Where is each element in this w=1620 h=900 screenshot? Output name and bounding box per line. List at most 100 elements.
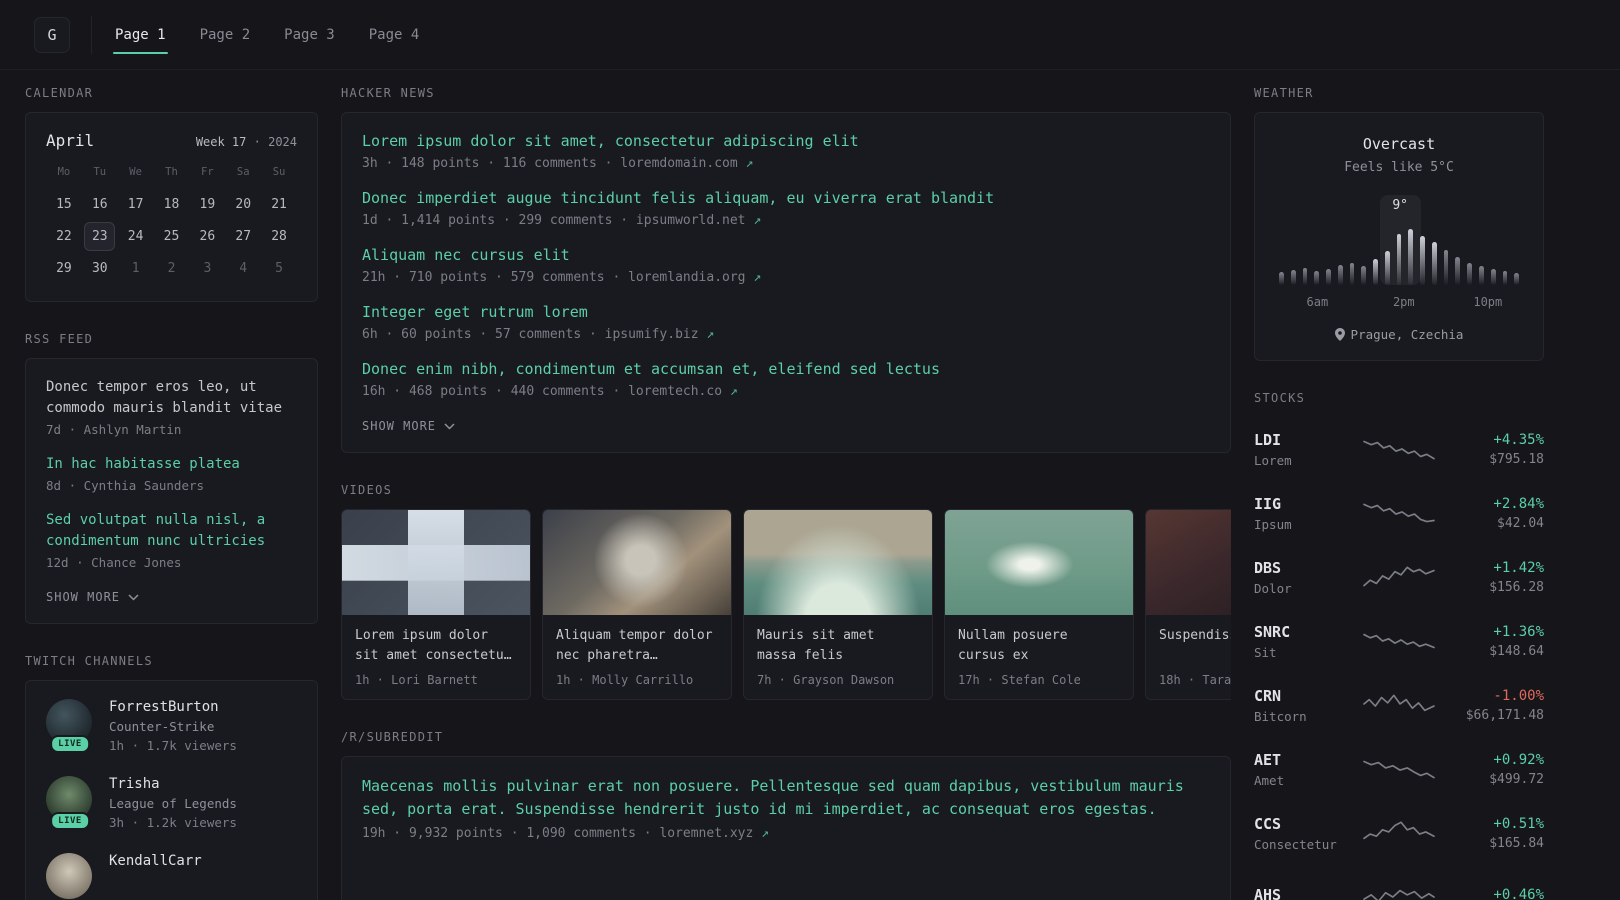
twitch-channel-game: Counter-Strike — [109, 719, 215, 734]
stock-id: SNRC Sit — [1254, 623, 1350, 660]
stock-price: $42.04 — [1497, 515, 1544, 531]
twitch-avatar-wrap — [46, 853, 94, 899]
stock-sparkline — [1363, 821, 1435, 840]
story-item: Lorem ipsum dolor sit amet, consectetur … — [362, 131, 1210, 171]
twitch-channel[interactable]: KendallCarr — [46, 853, 297, 899]
weather-bar — [1420, 236, 1425, 285]
weather-time: 10pm — [1473, 295, 1503, 309]
stock-change: +0.51% — [1493, 815, 1544, 832]
calendar-day: 16 — [91, 197, 108, 212]
video-thumbnail[interactable] — [744, 510, 932, 615]
rss-item-title[interactable]: Sed volutpat nulla nisl, a condimentum n… — [46, 510, 297, 552]
stock-symbol: AET — [1254, 750, 1282, 769]
dashboard: G Page 1 Page 2 Page 3 Page 4 CALENDAR A… — [0, 0, 1620, 900]
tab-page-2[interactable]: Page 2 — [198, 0, 253, 70]
stock-row[interactable]: AET Amet +0.92% $499.72 — [1254, 737, 1544, 801]
stock-row[interactable]: CCS Consectetur +0.51% $165.84 — [1254, 801, 1544, 865]
stocks-widget: STOCKS LDI Lorem +4.35% $795.18 IIG Ipsu… — [1254, 391, 1544, 900]
chevron-down-icon — [128, 593, 139, 601]
page-tabs: Page 1 Page 2 Page 3 Page 4 — [113, 0, 421, 70]
twitch-channel-name[interactable]: ForrestBurton — [109, 699, 237, 715]
calendar-day-next-month: 5 — [275, 261, 283, 276]
calendar-day: 25 — [163, 229, 180, 244]
tab-page-3[interactable]: Page 3 — [282, 0, 337, 70]
stock-row[interactable]: IIG Ipsum +2.84% $42.04 — [1254, 481, 1544, 545]
tab-page-4[interactable]: Page 4 — [367, 0, 422, 70]
twitch-channel-name[interactable]: Trisha — [109, 776, 237, 792]
video-title[interactable]: Lorem ipsum dolor sit amet consectetu… — [355, 626, 517, 665]
video-card[interactable]: Suspendisse diam 18h · Tara — [1145, 509, 1231, 700]
rss-item-meta: 8d · Cynthia Saunders — [46, 478, 205, 493]
stock-name: Dolor — [1254, 580, 1292, 596]
video-thumbnail[interactable] — [342, 510, 530, 615]
video-card[interactable]: Aliquam tempor dolor nec pharetra… 1h · … — [542, 509, 732, 700]
rss-widget: RSS FEED Donec tempor eros leo, ut commo… — [25, 332, 318, 624]
post-meta: 19h · 9,932 points · 1,090 comments · lo… — [362, 826, 1210, 841]
calendar-year: 2024 — [268, 135, 297, 149]
weather-bar — [1490, 268, 1496, 285]
stock-change: +4.35% — [1493, 431, 1544, 448]
video-card[interactable]: Nullam posuere cursus ex 17h · Stefan Co… — [944, 509, 1134, 700]
rss-item-title[interactable]: Donec tempor eros leo, ut commodo mauris… — [46, 377, 297, 419]
calendar-day: 27 — [235, 229, 252, 244]
stock-name: Lorem — [1254, 452, 1292, 468]
video-info: Nullam posuere cursus ex 17h · Stefan Co… — [945, 615, 1133, 699]
calendar-dow: Su — [272, 166, 286, 178]
calendar-day-next-month: 1 — [131, 261, 140, 276]
story-title[interactable]: Lorem ipsum dolor sit amet, consectetur … — [362, 131, 1210, 152]
stock-row[interactable]: CRN Bitcorn -1.00% $66,171.48 — [1254, 673, 1544, 737]
twitch-channel-name[interactable]: KendallCarr — [109, 853, 202, 869]
stock-id: IIG Ipsum — [1254, 495, 1350, 532]
story-title[interactable]: Donec enim nibh, condimentum et accumsan… — [362, 359, 1210, 380]
video-info: Aliquam tempor dolor nec pharetra… 1h · … — [543, 615, 731, 699]
video-title[interactable]: Mauris sit amet massa felis — [757, 626, 919, 665]
twitch-channel-game: League of Legends — [109, 796, 237, 811]
calendar-day-today: 23 — [84, 222, 116, 251]
tab-page-1[interactable]: Page 1 — [113, 0, 168, 70]
rss-show-more-button[interactable]: SHOW MORE — [46, 590, 139, 604]
calendar-widget: CALENDAR April Week 17 · 2024 Mo Tu We T… — [25, 86, 318, 302]
stock-values: +0.51% $165.84 — [1448, 816, 1544, 851]
calendar-dow: We — [129, 166, 142, 178]
video-thumbnail[interactable] — [543, 510, 731, 615]
video-meta: 18h · Tara — [1159, 673, 1231, 687]
stock-row[interactable]: DBS Dolor +1.42% $156.28 — [1254, 545, 1544, 609]
video-title[interactable]: Nullam posuere cursus ex — [958, 626, 1120, 665]
weather-bar — [1455, 257, 1461, 285]
topbar-separator — [91, 15, 92, 54]
video-meta: 7h · Grayson Dawson — [757, 673, 895, 687]
story-title[interactable]: Integer eget rutrum lorem — [362, 302, 1210, 323]
app-logo[interactable]: G — [34, 16, 70, 53]
hacker-news-show-more-button[interactable]: SHOW MORE — [362, 419, 455, 433]
rss-item-title[interactable]: In hac habitasse platea — [46, 454, 297, 475]
stock-name: Consectetur — [1254, 836, 1337, 852]
stock-row[interactable]: SNRC Sit +1.36% $148.64 — [1254, 609, 1544, 673]
post-title[interactable]: Maecenas mollis pulvinar erat non posuer… — [362, 775, 1210, 822]
video-card[interactable]: Mauris sit amet massa felis 7h · Grayson… — [743, 509, 933, 700]
stock-row[interactable]: LDI Lorem +4.35% $795.18 — [1254, 417, 1544, 481]
twitch-channel[interactable]: LIVE ForrestBurton Counter-Strike 1h · 1… — [46, 699, 297, 753]
weather-bars — [1278, 227, 1520, 285]
twitch-avatar-wrap: LIVE — [46, 699, 94, 753]
story-meta: 16h · 468 points · 440 comments · loremt… — [362, 384, 1210, 399]
calendar-grid: Mo Tu We Th Fr Sa Su 15 16 17 18 19 20 2… — [46, 166, 297, 283]
video-title[interactable]: Suspendisse diam — [1159, 626, 1231, 665]
rss-card: Donec tempor eros leo, ut commodo mauris… — [25, 358, 318, 624]
stock-symbol: IIG — [1254, 494, 1282, 513]
stock-sparkline — [1363, 760, 1435, 779]
story-title[interactable]: Aliquam nec cursus elit — [362, 245, 1210, 266]
video-thumbnail[interactable] — [1146, 510, 1231, 615]
story-title[interactable]: Donec imperdiet augue tincidunt felis al… — [362, 188, 1210, 209]
video-card[interactable]: Lorem ipsum dolor sit amet consectetu… 1… — [341, 509, 531, 700]
video-thumbnail[interactable] — [945, 510, 1133, 615]
video-title[interactable]: Aliquam tempor dolor nec pharetra… — [556, 626, 718, 665]
weather-time: 2pm — [1392, 295, 1415, 309]
stock-change: -1.00% — [1493, 687, 1544, 704]
twitch-channel[interactable]: LIVE Trisha League of Legends 3h · 1.2k … — [46, 776, 297, 830]
stock-values: +1.42% $156.28 — [1448, 560, 1544, 595]
twitch-channel-info: Trisha League of Legends 3h · 1.2k viewe… — [109, 776, 237, 830]
stock-row[interactable]: AHS +0.46% — [1254, 865, 1544, 900]
stock-symbol: CCS — [1254, 814, 1282, 833]
stock-sparkline — [1363, 694, 1435, 712]
stock-symbol: LDI — [1254, 430, 1282, 449]
